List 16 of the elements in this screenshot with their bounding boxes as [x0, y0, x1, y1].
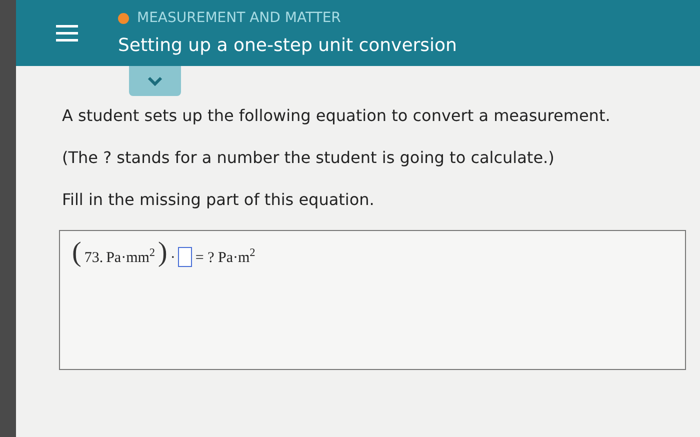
menu-icon[interactable] [56, 24, 78, 42]
lesson-title: Setting up a one-step unit conversion [118, 34, 457, 58]
parenthesis: ) [158, 239, 168, 267]
status-dot [118, 12, 129, 24]
instruction-text: (The ? stands for a number the student is going to calculate.) [62, 147, 556, 169]
unit-text: Pa·mm$^{2}$ [106, 247, 156, 268]
multiply-dot: · [170, 249, 176, 268]
number-value: 73. [84, 249, 104, 268]
answer-field[interactable] [178, 247, 192, 267]
instruction-text: Fill in the missing part of this equation. [62, 189, 376, 211]
chevron-down-icon [147, 76, 163, 86]
parenthesis: ( [72, 239, 82, 267]
topic-category: MEASUREMENT AND MATTER [137, 8, 341, 28]
instruction-text: A student sets up the following equation to convert a measurement. [62, 105, 612, 127]
expand-button[interactable] [129, 66, 181, 96]
result-text: = ? Pa·m$^{2}$ [195, 247, 256, 268]
